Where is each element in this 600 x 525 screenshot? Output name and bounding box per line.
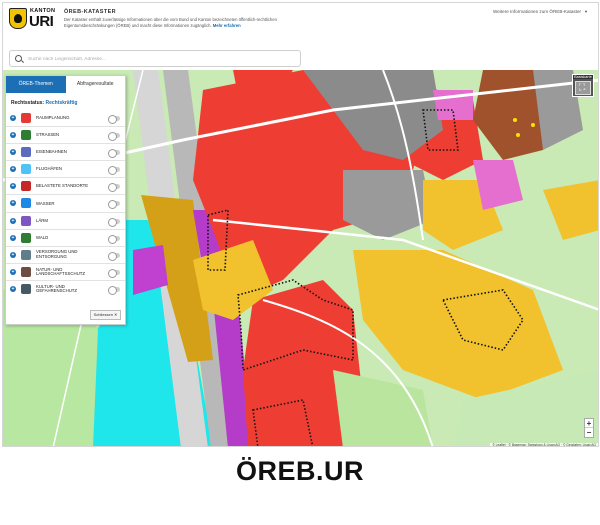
flughaefen-icon [21,164,31,175]
theme-row[interactable]: + FLUGHÄFEN [6,161,125,179]
naturschutz-icon [21,266,31,277]
basemap-switcher[interactable]: Basiskarte [572,74,594,97]
theme-toggle[interactable] [108,285,120,295]
wasser-icon [21,198,31,209]
theme-toggle[interactable] [108,200,120,210]
intro-text: Der Kataster enthält zuverlässige Inform… [64,17,294,28]
theme-toggle[interactable] [108,132,120,142]
theme-row[interactable]: + VERSORGUNG UND ENTSORGUNG [6,247,125,264]
theme-toggle[interactable] [108,217,120,227]
theme-label: RAUMPLANUNG [36,115,70,121]
expand-plus-icon[interactable]: + [10,251,16,258]
theme-label: VERSORGUNG UND ENTSORGUNG [36,249,78,260]
theme-label: BELASTETE STANDORTE [36,183,89,189]
map-attribution: © Leaflet · © Basemap: Swisstopo & Lisag… [490,443,598,447]
theme-toggle[interactable] [108,251,120,261]
expand-plus-icon[interactable]: + [10,200,16,207]
theme-label: LÄRM [36,217,48,223]
intro-body: Der Kataster enthält zuverlässige Inform… [64,17,277,28]
search-bar[interactable] [9,50,301,67]
legal-status-value[interactable]: Rechtskräftig [45,100,77,106]
more-info-link[interactable]: Mehr erfahren [213,23,241,28]
theme-toggle[interactable] [108,115,120,124]
theme-label: WASSER [36,200,55,206]
panel-tabs: ÖREB-Themen Abfrageresultate [6,76,125,93]
search-icon [15,55,22,62]
search-input[interactable] [28,53,288,65]
tab-abfrageresultate[interactable]: Abfrageresultate [65,76,125,93]
expand-plus-icon[interactable]: + [10,132,16,139]
theme-toggle[interactable] [108,149,120,159]
theme-label: STRASSEN [36,132,60,138]
expand-plus-icon[interactable]: + [10,183,16,190]
theme-label: EISENBAHNEN [36,149,67,155]
expand-plus-icon[interactable]: + [10,115,16,121]
raumplanung-icon [21,113,31,123]
theme-row[interactable]: + STRASSEN [6,127,125,145]
theme-toggle[interactable] [108,268,120,278]
kanton-uri-logo[interactable]: KANTON URI [9,8,57,30]
eisenbahnen-icon [21,147,31,158]
external-info-link[interactable]: Weitere Informationen zum ÖREB-Kataster ▼ [493,9,588,14]
theme-row[interactable]: + LÄRM [6,213,125,230]
zoom-in-button[interactable]: + [585,419,593,428]
uri-bull-icon [9,8,27,29]
header: KANTON URI ÖREB-KATASTER Der Kataster en… [3,3,598,45]
logo-uri-text: URI [29,13,54,30]
expand-plus-icon[interactable]: + [10,166,16,173]
zoom-out-button[interactable]: − [585,428,593,437]
theme-row[interactable]: + WASSER [6,195,125,213]
expand-plus-icon[interactable]: + [10,149,16,156]
expand-plus-icon[interactable]: + [10,217,16,224]
themes-panel: ÖREB-Themen Abfrageresultate Rechtsstatu… [5,75,126,325]
belastete-standorte-icon [21,181,31,192]
zoom-control: + − [584,418,594,438]
theme-list: + RAUMPLANUNG + STRASSEN + EISENBAHNEN + FLUGHÄ… [6,110,125,298]
chevron-down-icon: ▼ [584,9,588,14]
theme-row[interactable]: + KULTUR- UND GEFAHRENSCHUTZ [6,281,125,298]
basemap-thumbnail [575,81,591,95]
theme-toggle[interactable] [108,234,120,244]
theme-row[interactable]: + NATUR- UND LANDSCHAFTSSCHUTZ [6,264,125,281]
theme-row[interactable]: + BELASTETE STANDORTE [6,178,125,196]
theme-label: FLUGHÄFEN [36,166,63,172]
legal-status: Rechtsstatus: Rechtskräftig [6,93,125,110]
legal-status-label: Rechtsstatus: [11,100,45,106]
theme-label: KULTUR- UND GEFAHRENSCHUTZ [36,283,78,294]
app-window: KANTON URI ÖREB-KATASTER Der Kataster en… [2,2,599,447]
tab-oereb-themen[interactable]: ÖREB-Themen [6,76,66,93]
theme-row[interactable]: + EISENBAHNEN [6,144,125,162]
versorgung-icon [21,249,31,260]
strassen-icon [21,130,31,141]
theme-label: WALD [36,234,49,240]
external-info-label: Weitere Informationen zum ÖREB-Kataster [493,9,582,14]
wald-icon [21,232,31,243]
kulturschutz-icon [21,283,31,294]
page-title: ÖREB-KATASTER [64,9,117,15]
theme-toggle[interactable] [108,166,120,176]
theme-toggle[interactable] [108,183,120,193]
expand-plus-icon[interactable]: + [10,234,16,241]
expand-plus-icon[interactable]: + [10,285,16,292]
basemap-label: Basiskarte [573,75,593,79]
theme-row[interactable]: + RAUMPLANUNG [6,110,125,128]
laerm-icon [21,215,31,226]
caption-text: ÖREB.UR [235,456,364,486]
close-button[interactable]: Schliessen ✕ [90,310,121,320]
expand-plus-icon[interactable]: + [10,268,16,275]
theme-label: NATUR- UND LANDSCHAFTSSCHUTZ [36,266,85,277]
theme-row[interactable]: + WALD [6,230,125,247]
